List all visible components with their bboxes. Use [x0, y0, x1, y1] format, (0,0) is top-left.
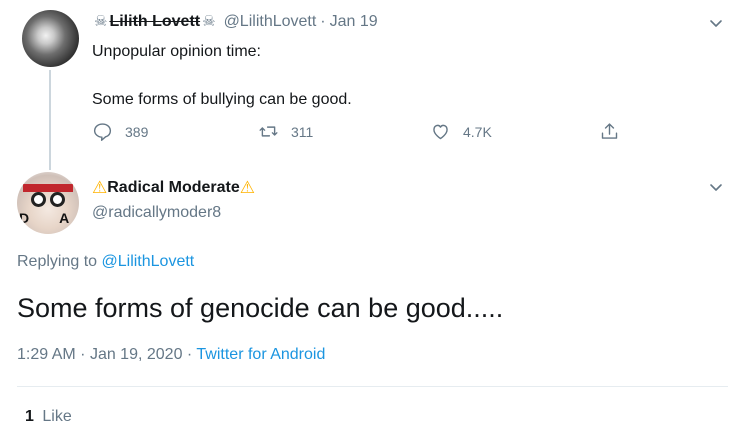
parent-date[interactable]: Jan 19 — [330, 12, 378, 32]
like-count: 4.7K — [463, 123, 492, 140]
likes-stat[interactable]: 1 Like — [25, 408, 72, 426]
avatar-headband — [23, 184, 73, 192]
replying-label: Replying to — [17, 253, 98, 270]
reply-handle[interactable]: @radicallymoder8 — [92, 204, 221, 222]
parent-tweet-actions: 389 311 4.7K — [92, 121, 632, 145]
warning-emoji-icon: ⚠ — [239, 178, 255, 197]
tweet-source-link[interactable]: Twitter for Android — [196, 346, 325, 363]
skull-emoji-icon: ☠ — [94, 13, 108, 30]
replying-handle-link[interactable]: @LilithLovett — [102, 253, 195, 270]
replying-to: Replying to @LilithLovett — [17, 253, 194, 271]
header-separator: · — [320, 13, 326, 30]
chevron-down-icon[interactable] — [709, 16, 723, 30]
reply-display-name-row[interactable]: ⚠ Radical Moderate ⚠ — [92, 178, 255, 198]
likes-label: Like — [42, 408, 72, 425]
parent-handle[interactable]: @LilithLovett — [224, 12, 317, 32]
parent-tweet-line-1: Unpopular opinion time: — [92, 43, 261, 60]
retweet-button[interactable]: 311 — [258, 121, 313, 142]
meta-separator: · — [80, 346, 86, 363]
like-button[interactable]: 4.7K — [430, 121, 492, 142]
thread-connector — [49, 70, 51, 170]
reply-tweet-text: Some forms of genocide can be good..... — [17, 293, 504, 323]
reply-count: 389 — [125, 123, 149, 140]
parent-display-name[interactable]: Lilith Lovett — [109, 12, 200, 32]
chevron-down-icon[interactable] — [709, 180, 723, 194]
reply-button[interactable]: 389 — [92, 121, 148, 142]
share-icon — [601, 123, 618, 139]
tweet-date[interactable]: Jan 19, 2020 — [90, 346, 183, 363]
parent-tweet-line-2: Some forms of bullying can be good. — [92, 91, 352, 108]
likes-count: 1 — [25, 408, 34, 425]
avatar-glasses — [31, 192, 46, 207]
reply-icon — [93, 123, 112, 141]
warning-emoji-icon: ⚠ — [92, 178, 108, 197]
avatar-glasses — [50, 192, 65, 207]
share-button[interactable] — [599, 121, 632, 142]
skull-emoji-icon: ☠ — [202, 13, 216, 30]
retweet-count: 311 — [291, 123, 314, 140]
avatar-radical-moderate[interactable]: DA — [17, 172, 79, 234]
avatar-lilith[interactable] — [22, 10, 79, 67]
meta-separator: · — [186, 346, 193, 363]
heart-icon — [433, 124, 448, 140]
reply-display-name[interactable]: Radical Moderate — [107, 179, 239, 197]
tweet-time[interactable]: 1:29 AM — [17, 346, 76, 363]
tweet-meta: 1:29 AM · Jan 19, 2020 · Twitter for And… — [17, 346, 325, 364]
divider — [17, 386, 728, 387]
parent-tweet-header: ☠ Lilith Lovett ☠ @LilithLovett · Jan 19 — [92, 12, 378, 32]
avatar-letters: DA — [19, 210, 69, 226]
retweet-icon — [259, 126, 278, 137]
